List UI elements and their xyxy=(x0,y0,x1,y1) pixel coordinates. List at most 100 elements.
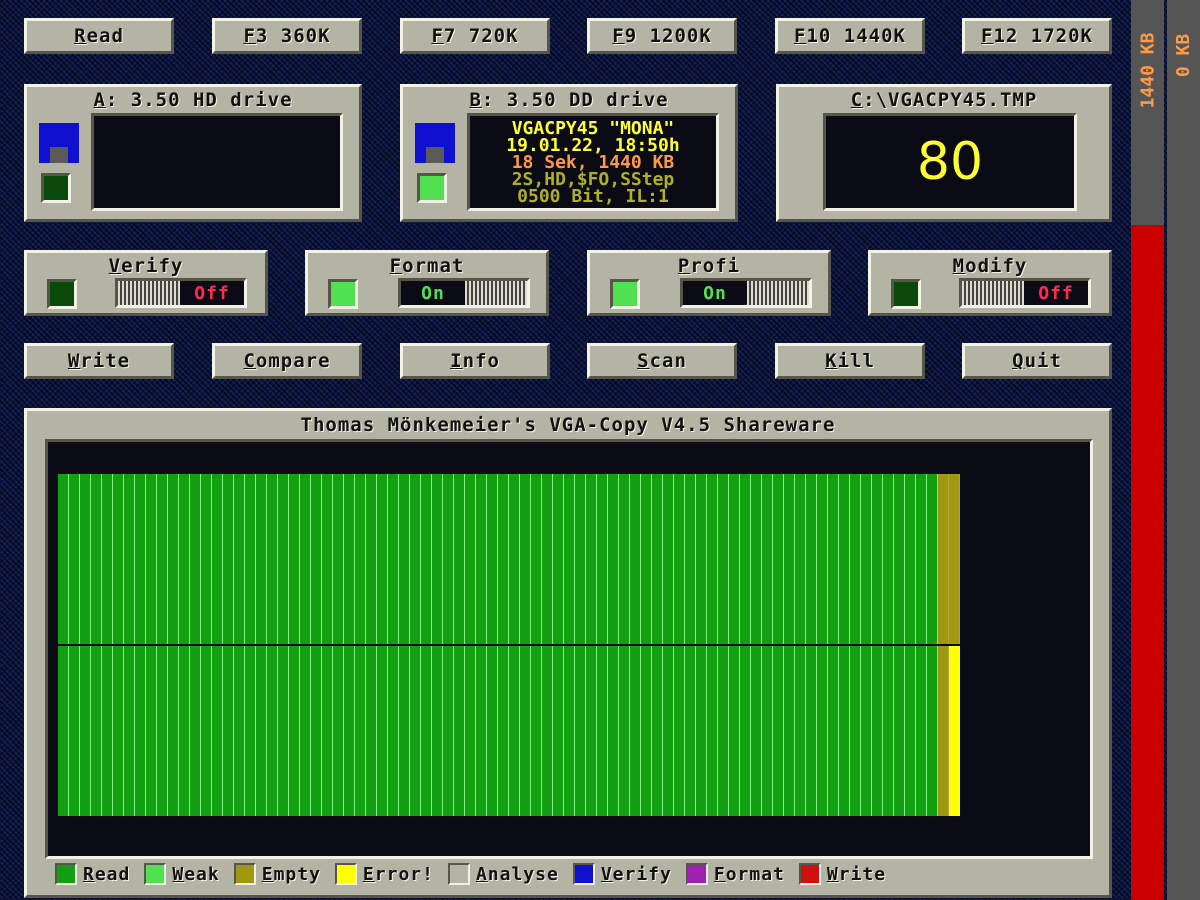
track-cell-read xyxy=(300,474,311,644)
track-cell-read xyxy=(718,646,729,816)
drive-b-info-line: 0500 Bit, IL:1 xyxy=(517,186,669,207)
track-cell-read xyxy=(729,474,740,644)
legend-label: Empty xyxy=(261,863,321,885)
track-cell-read xyxy=(883,646,894,816)
toggle-state: On xyxy=(421,282,445,304)
track-cell-read xyxy=(894,646,905,816)
track-cell-read xyxy=(146,646,157,816)
track-cell-read xyxy=(498,474,509,644)
track-cell-read xyxy=(399,646,410,816)
option-profi-toggle[interactable]: On xyxy=(680,278,812,308)
track-cell-read xyxy=(608,646,619,816)
legend-item: Analyse xyxy=(447,863,559,885)
track-cell-read xyxy=(696,646,707,816)
track-cell-read xyxy=(795,646,806,816)
top-button-1[interactable]: F3 360K xyxy=(212,18,362,54)
option-format-toggle[interactable]: On xyxy=(398,278,530,308)
track-cell-read xyxy=(828,474,839,644)
track-cell-read xyxy=(267,474,278,644)
track-cell-read xyxy=(223,474,234,644)
toggle-state: Off xyxy=(194,282,230,304)
track-cell-read xyxy=(509,474,520,644)
track-cell-read xyxy=(135,646,146,816)
track-cell-empty xyxy=(938,646,949,816)
track-cell-read xyxy=(564,646,575,816)
top-button-5[interactable]: F 12 1720K xyxy=(962,18,1112,54)
floppy-disk-icon xyxy=(39,123,79,163)
legend-label: Weak xyxy=(172,863,220,885)
track-cell-read xyxy=(586,474,597,644)
track-cell-read xyxy=(333,646,344,816)
track-cell-read xyxy=(905,646,916,816)
track-cell-read xyxy=(553,474,564,644)
toggle-slider xyxy=(962,281,1024,305)
track-map-screen xyxy=(45,439,1093,859)
track-cell-read xyxy=(377,646,388,816)
legend-item: Format xyxy=(685,863,785,885)
legend-swatch xyxy=(55,863,77,885)
track-cell-read xyxy=(663,646,674,816)
toggle-state: Off xyxy=(1038,282,1074,304)
track-cell-read xyxy=(333,474,344,644)
top-button-2[interactable]: F7 720K xyxy=(400,18,550,54)
track-cell-read xyxy=(355,474,366,644)
write-button[interactable]: Write xyxy=(24,343,174,379)
remaining-label: 0 KB xyxy=(1173,33,1195,77)
option-verify-toggle[interactable]: Off xyxy=(115,278,247,308)
compare-button[interactable]: Compare xyxy=(212,343,362,379)
track-cell-read xyxy=(113,646,124,816)
scan-button[interactable]: Scan xyxy=(587,343,737,379)
track-cell-read xyxy=(322,646,333,816)
track-cell-read xyxy=(795,474,806,644)
track-cell-read xyxy=(201,474,212,644)
track-cell-read xyxy=(190,474,201,644)
track-cell-read xyxy=(597,474,608,644)
track-cell-read xyxy=(927,646,938,816)
track-cell-read xyxy=(520,646,531,816)
info-button[interactable]: Info xyxy=(400,343,550,379)
app-title: Thomas Mönkemeier's VGA-Copy V4.5 Sharew… xyxy=(300,414,836,436)
track-cell-read xyxy=(168,474,179,644)
kill-button[interactable]: Kill xyxy=(775,343,925,379)
option-modify-toggle[interactable]: Off xyxy=(959,278,1091,308)
top-button-4[interactable]: F 10 1440K xyxy=(775,18,925,54)
track-cell-read xyxy=(388,474,399,644)
track-cell-read xyxy=(850,646,861,816)
remaining-bar: 0 KB xyxy=(1167,0,1200,900)
drive-b-info-display: VGACPY45 "MONA" 19.01.22, 18:50h 18 Sek, 1… xyxy=(467,113,719,211)
track-cell-read xyxy=(432,474,443,644)
top-button-0[interactable]: Read xyxy=(24,18,174,54)
track-cell-read xyxy=(256,646,267,816)
track-cell-read xyxy=(234,646,245,816)
legend-item: Verify xyxy=(572,863,672,885)
drive-c-title: C:\VGACPY45.TMP xyxy=(850,89,1038,111)
track-cell-read xyxy=(707,474,718,644)
track-cell-read xyxy=(630,646,641,816)
track-cell-read xyxy=(212,646,223,816)
track-cell-read xyxy=(575,474,586,644)
track-cell-read xyxy=(421,646,432,816)
track-cell-read xyxy=(553,646,564,816)
track-cell-read xyxy=(91,646,102,816)
track-cell-read xyxy=(465,646,476,816)
track-cell-read xyxy=(685,646,696,816)
option-modify-led xyxy=(891,279,921,309)
track-cell-read xyxy=(542,646,553,816)
drive-b-title: B: 3.50 DD drive xyxy=(469,89,669,111)
quit-button[interactable]: Quit xyxy=(962,343,1112,379)
track-cell-read xyxy=(652,646,663,816)
track-cell-read xyxy=(817,474,828,644)
track-cell-read xyxy=(872,474,883,644)
track-cell-read xyxy=(168,646,179,816)
track-cell-read xyxy=(718,474,729,644)
drive-a-led xyxy=(41,173,71,203)
legend-label: Analyse xyxy=(475,863,559,885)
legend-swatch xyxy=(334,863,357,885)
track-cell-read xyxy=(531,474,542,644)
track-cell-read xyxy=(817,646,828,816)
track-cell-read xyxy=(762,474,773,644)
track-cell-read xyxy=(707,646,718,816)
track-cell-read xyxy=(905,474,916,644)
top-button-3[interactable]: F9 1200K xyxy=(587,18,737,54)
track-cell-read xyxy=(432,646,443,816)
